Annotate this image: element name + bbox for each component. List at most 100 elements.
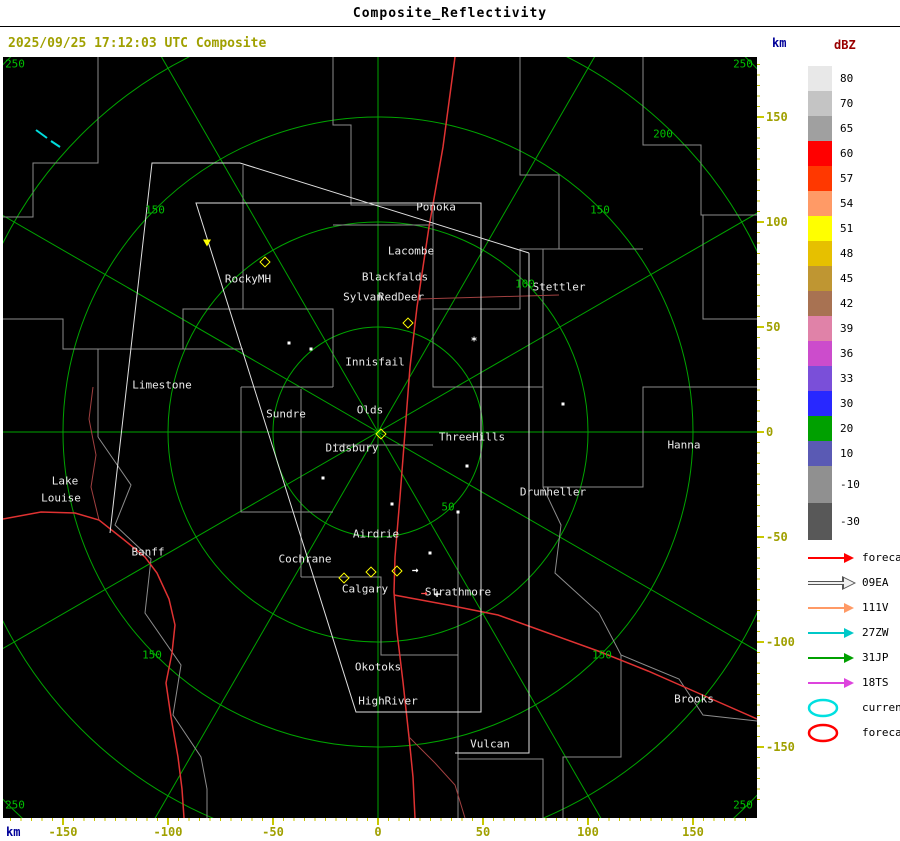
- colorbar-swatch: [808, 316, 832, 341]
- colorbar-row: 80: [808, 66, 860, 91]
- dot-marker: [288, 342, 291, 345]
- range-ring-label: 50: [441, 501, 454, 514]
- timestamp: 2025/09/25 17:12:03 UTC Composite: [8, 36, 266, 51]
- city-label-Olds: Olds: [357, 404, 384, 417]
- right-axis-value: -100: [766, 635, 795, 649]
- city-label-HighRiver: HighRiver: [358, 695, 418, 708]
- dot-marker: [322, 477, 325, 480]
- colorbar-swatch: [808, 441, 832, 466]
- colorbar-label: 20: [840, 422, 853, 435]
- legend-arrow-icon: [806, 622, 856, 644]
- city-label-Didsbury: Didsbury: [326, 442, 379, 455]
- city-label-Airdrie: Airdrie: [353, 528, 399, 541]
- colorbar-label: -30: [840, 515, 860, 528]
- radar-map[interactable]: PonokaLacombeBlackfaldsSylvanRedDeerStet…: [3, 57, 757, 818]
- colorbar-row: 60: [808, 141, 860, 166]
- city-label-Drumheller: Drumheller: [520, 486, 586, 499]
- colorbar-row: 30: [808, 391, 860, 416]
- city-label-RockyMH: RockyMH: [225, 273, 271, 286]
- colorbar-label: 65: [840, 122, 853, 135]
- legend-arrow-icon: [806, 672, 856, 694]
- right-axis-value: 150: [766, 110, 788, 124]
- legend-label: 31JP: [862, 651, 889, 664]
- colorbar-row: 48: [808, 241, 860, 266]
- city-label-Hanna: Hanna: [667, 439, 700, 452]
- legend-item-forecast: forecast: [806, 720, 900, 745]
- city-label-Okotoks: Okotoks: [355, 661, 401, 674]
- legend-item-09EA: 09EA: [806, 570, 900, 595]
- colorbar-swatch: [808, 191, 832, 216]
- diamond-marker: [391, 565, 402, 576]
- colorbar-label: 80: [840, 72, 853, 85]
- colorbar-label: 10: [840, 447, 853, 460]
- dot-marker: [457, 511, 460, 514]
- colorbar-swatch: [808, 366, 832, 391]
- colorbar-title: dBZ: [834, 38, 856, 52]
- city-label-Blackfalds: Blackfalds: [362, 271, 428, 284]
- colorbar-label: 45: [840, 272, 853, 285]
- colorbar: 80706560575451484542393633302010-10-30: [808, 66, 860, 540]
- title-bar: Composite_Reflectivity: [0, 0, 900, 27]
- city-label-Lacombe: Lacombe: [388, 245, 434, 258]
- right-axis-value: -50: [766, 530, 788, 544]
- colorbar-label: -10: [840, 478, 860, 491]
- colorbar-row: 65: [808, 116, 860, 141]
- glyph-marker: →: [421, 587, 428, 600]
- colorbar-swatch: [808, 266, 832, 291]
- right-axis-ticks: [757, 57, 765, 818]
- colorbar-row: 51: [808, 216, 860, 241]
- diamond-marker: [365, 566, 376, 577]
- city-label-Calgary: Calgary: [342, 583, 388, 596]
- colorbar-swatch: [808, 116, 832, 141]
- colorbar-swatch: [808, 166, 832, 191]
- colorbar-swatch: [808, 66, 832, 91]
- colorbar-row: -10: [808, 466, 860, 503]
- range-ring-label: 150: [145, 204, 165, 217]
- city-label-Lake: Lake: [52, 475, 79, 488]
- colorbar-label: 36: [840, 347, 853, 360]
- city-label-Brooks: Brooks: [674, 693, 714, 706]
- legend-ellipse-icon: [806, 722, 856, 744]
- bottom-axis-labels: -150-100-50050100150: [3, 825, 757, 839]
- dot-marker: [466, 465, 469, 468]
- colorbar-row: 20: [808, 416, 860, 441]
- legend-item-27ZW: 27ZW: [806, 620, 900, 645]
- range-ring-label: 250: [5, 799, 25, 812]
- legend-item-forecast: forecast: [806, 545, 900, 570]
- colorbar-label: 70: [840, 97, 853, 110]
- colorbar-swatch: [808, 91, 832, 116]
- legend-arrow-icon: [806, 647, 856, 669]
- legend-label: 111V: [862, 601, 889, 614]
- right-axis-value: 0: [766, 425, 773, 439]
- legend-label: forecast: [862, 726, 900, 739]
- colorbar-swatch: [808, 416, 832, 441]
- colorbar-swatch: [808, 241, 832, 266]
- bottom-axis-value: -100: [154, 825, 183, 839]
- colorbar-label: 51: [840, 222, 853, 235]
- range-ring-label: 250: [733, 58, 753, 71]
- colorbar-swatch: [808, 291, 832, 316]
- range-ring-label: 200: [653, 128, 673, 141]
- colorbar-row: 33: [808, 366, 860, 391]
- colorbar-swatch: [808, 503, 832, 540]
- colorbar-label: 30: [840, 397, 853, 410]
- legend-label: 27ZW: [862, 626, 889, 639]
- dot-marker: [429, 552, 432, 555]
- colorbar-row: 45: [808, 266, 860, 291]
- bottom-axis-value: -150: [49, 825, 78, 839]
- bottom-axis-value: 150: [682, 825, 704, 839]
- bottom-axis-value: 100: [577, 825, 599, 839]
- right-axis-labels: 150100500-50-100-150: [766, 57, 806, 818]
- arrow-down-marker: [203, 240, 211, 247]
- colorbar-row: 42: [808, 291, 860, 316]
- colorbar-row: 39: [808, 316, 860, 341]
- right-axis-value: 100: [766, 215, 788, 229]
- right-axis-value: 50: [766, 320, 780, 334]
- city-label-Vulcan: Vulcan: [470, 738, 510, 751]
- glyph-marker: *: [471, 335, 478, 348]
- city-label-Cochrane: Cochrane: [279, 553, 332, 566]
- dot-marker: [391, 503, 394, 506]
- colorbar-swatch: [808, 216, 832, 241]
- glyph-marker: +: [434, 588, 441, 601]
- legend-item-31JP: 31JP: [806, 645, 900, 670]
